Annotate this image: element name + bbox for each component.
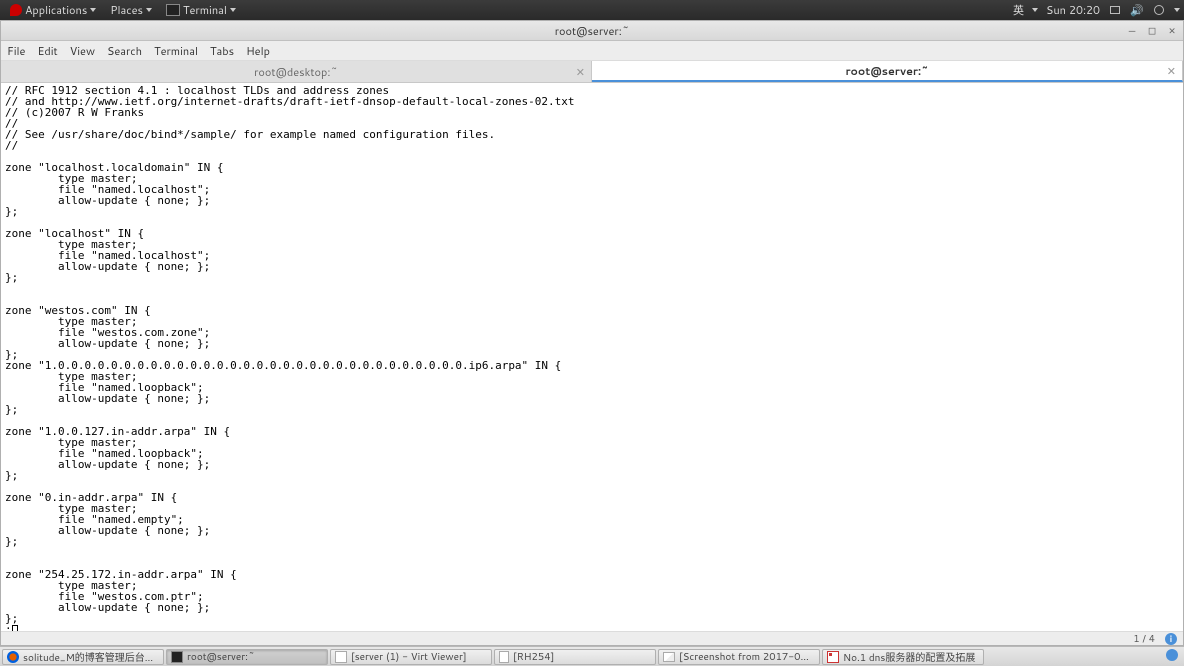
firefox-icon	[7, 651, 19, 663]
close-button[interactable]: ✕	[1167, 26, 1177, 36]
document-icon	[499, 651, 509, 663]
redhat-icon	[10, 4, 22, 16]
ime-indicator[interactable]: 英	[1013, 2, 1024, 18]
info-icon[interactable]: i	[1165, 633, 1177, 645]
taskbar-label: No.1 dns服务器的配置及拓展	[843, 649, 975, 665]
tab-label: root@desktop:~	[254, 64, 338, 80]
display-icon[interactable]	[1108, 3, 1122, 17]
terminal-window: root@server:~ — □ ✕ File Edit View Searc…	[0, 20, 1184, 646]
menu-help[interactable]: Help	[246, 43, 270, 59]
menubar: File Edit View Search Terminal Tabs Help	[1, 41, 1183, 61]
taskbar: solitude_M的博客管理后台-51CT... root@server:~ …	[0, 646, 1184, 666]
taskbar-label: solitude_M的博客管理后台-51CT...	[23, 649, 159, 665]
chevron-down-icon	[1032, 8, 1038, 12]
image-icon	[663, 652, 675, 662]
menu-edit[interactable]: Edit	[37, 43, 57, 59]
window-title: root@server:~	[555, 23, 630, 39]
menu-tabs[interactable]: Tabs	[210, 43, 234, 59]
taskbar-label: [server (1) - Virt Viewer]	[351, 650, 467, 664]
window-titlebar[interactable]: root@server:~ — □ ✕	[1, 21, 1183, 41]
terminal-icon	[171, 651, 183, 663]
places-menu[interactable]: Places	[104, 0, 158, 20]
status-position: 1 / 4	[1133, 632, 1155, 646]
taskbar-item-virt[interactable]: [server (1) - Virt Viewer]	[330, 649, 492, 665]
chevron-down-icon	[230, 8, 236, 12]
chevron-down-icon	[146, 8, 152, 12]
statusbar: 1 / 4 i	[1, 631, 1183, 645]
pdf-icon	[827, 651, 839, 663]
tab-label: root@server:~	[845, 63, 928, 79]
tab-server[interactable]: root@server:~ ✕	[592, 61, 1183, 82]
places-label: Places	[110, 2, 143, 18]
taskbar-item-pdf[interactable]: No.1 dns服务器的配置及拓展	[822, 649, 984, 665]
applications-menu[interactable]: Applications	[4, 0, 102, 20]
terminal-app-label: Terminal	[183, 2, 227, 18]
maximize-button[interactable]: □	[1147, 26, 1157, 36]
menu-terminal[interactable]: Terminal	[154, 43, 198, 59]
chevron-down-icon	[90, 8, 96, 12]
applications-label: Applications	[25, 2, 87, 18]
top-panel: Applications Places Terminal 英 Sun 20:20…	[0, 0, 1184, 20]
tab-bar: root@desktop:~ ✕ root@server:~ ✕	[1, 61, 1183, 83]
cursor-icon	[12, 625, 18, 631]
menu-file[interactable]: File	[7, 43, 25, 59]
volume-icon[interactable]: 🔊	[1130, 3, 1144, 17]
clock[interactable]: Sun 20:20	[1046, 2, 1100, 18]
tab-desktop[interactable]: root@desktop:~ ✕	[1, 61, 592, 82]
user-icon[interactable]	[1166, 649, 1178, 661]
taskbar-label: root@server:~	[187, 650, 255, 664]
close-icon[interactable]: ✕	[576, 64, 585, 80]
minimize-button[interactable]: —	[1127, 26, 1137, 36]
chevron-down-icon	[1174, 8, 1180, 12]
terminal-content[interactable]: // RFC 1912 section 4.1 : localhost TLDs…	[1, 83, 1183, 631]
terminal-icon	[166, 4, 180, 16]
close-icon[interactable]: ✕	[1167, 63, 1176, 79]
taskbar-label: [RH254]	[513, 650, 554, 664]
taskbar-item-terminal[interactable]: root@server:~	[166, 649, 328, 665]
taskbar-label: [Screenshot from 2017-05-06 1...	[679, 650, 815, 664]
taskbar-item-doc[interactable]: [RH254]	[494, 649, 656, 665]
terminal-app-menu[interactable]: Terminal	[160, 0, 242, 20]
menu-search[interactable]: Search	[107, 43, 142, 59]
taskbar-item-screenshot[interactable]: [Screenshot from 2017-05-06 1...	[658, 649, 820, 665]
power-icon[interactable]	[1152, 3, 1166, 17]
taskbar-item-firefox[interactable]: solitude_M的博客管理后台-51CT...	[2, 649, 164, 665]
virt-viewer-icon	[335, 651, 347, 663]
menu-view[interactable]: View	[70, 43, 95, 59]
